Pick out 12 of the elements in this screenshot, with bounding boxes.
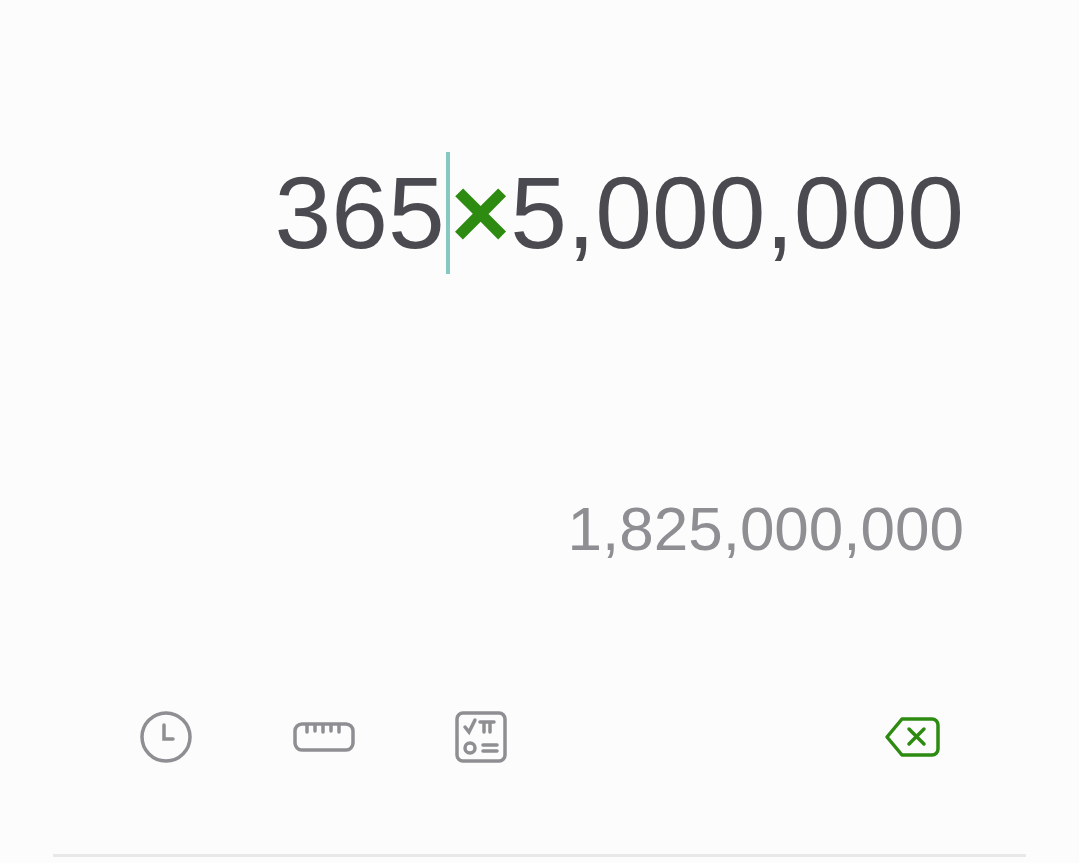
scientific-button[interactable] <box>455 711 507 763</box>
backspace-button[interactable] <box>884 716 940 758</box>
unit-button[interactable] <box>293 722 355 752</box>
expression-number: 365 <box>274 162 445 264</box>
backspace-icon <box>885 717 940 757</box>
history-button[interactable] <box>139 710 193 764</box>
expression-number: 5,000,000 <box>510 162 964 264</box>
math-symbols-icon <box>455 711 507 763</box>
operator-symbol: × <box>450 162 511 264</box>
ruler-icon <box>293 722 355 752</box>
clock-icon <box>140 711 192 763</box>
result-text: 1,825,000,000 <box>567 498 964 560</box>
